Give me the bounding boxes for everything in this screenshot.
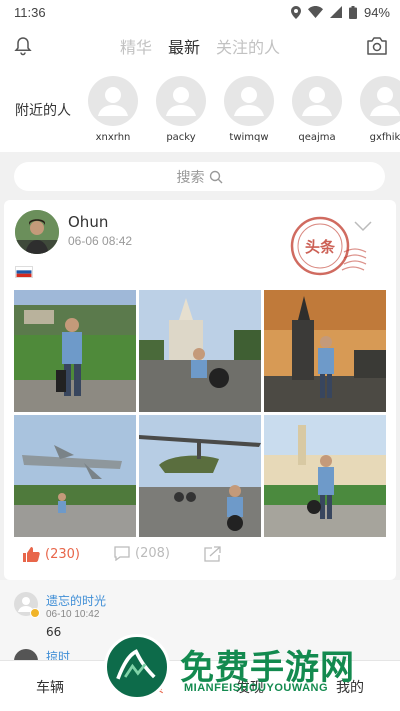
status-time: 11:36 <box>14 4 46 20</box>
avatar[interactable] <box>15 210 59 254</box>
search-placeholder: 搜索 <box>176 169 205 186</box>
avatar <box>224 76 274 126</box>
nav-discover[interactable]: 发现 <box>236 677 264 697</box>
avatar <box>360 76 400 126</box>
post-photo[interactable] <box>14 415 136 537</box>
stamp-text: 头条 <box>305 238 336 256</box>
chevron-down-icon[interactable] <box>354 220 372 232</box>
avatar <box>88 76 138 126</box>
nav-mine[interactable]: 我的 <box>336 677 364 697</box>
tab-featured[interactable]: 精华 <box>120 34 152 58</box>
wifi-icon <box>307 6 323 18</box>
comment-count: (208) <box>135 546 170 561</box>
post-time: 06-06 08:42 <box>68 234 133 248</box>
camera-icon[interactable] <box>366 36 388 56</box>
photo-image <box>264 415 386 537</box>
signal-icon <box>329 6 342 18</box>
search-input[interactable]: 搜索 <box>14 162 385 191</box>
nearby-user[interactable]: xnxrhn <box>88 76 138 143</box>
flag-icon <box>15 266 33 278</box>
avatar <box>292 76 342 126</box>
nearby-user-name: xnxrhn <box>95 132 131 143</box>
search-icon <box>209 170 222 183</box>
post-username[interactable]: Ohun <box>68 213 108 231</box>
status-icons: 94% <box>290 4 390 20</box>
post-photo[interactable] <box>139 415 261 537</box>
nearby-label: 附近的人 <box>15 103 71 119</box>
comment-author[interactable]: 遗忘的时光 <box>46 592 106 609</box>
comment-text: 66 <box>46 625 62 639</box>
post-card: Ohun 06-06 08:42 头条 (230) (208) <box>4 200 396 580</box>
photo-image <box>264 290 386 412</box>
nearby-user[interactable]: twimqw <box>224 76 274 143</box>
feed-tabs: 精华 最新 关注的人 <box>0 24 400 68</box>
post-actions: (230) (208) <box>4 542 396 572</box>
bottom-nav: 车辆 首页 发现 我的 <box>0 660 400 711</box>
nearby-user-name: packy <box>166 132 196 143</box>
like-count: (230) <box>45 546 80 562</box>
battery-percent: 94% <box>363 4 390 20</box>
nearby-user[interactable]: gxfhik <box>360 76 400 143</box>
share-icon <box>204 546 221 562</box>
search-area: 搜索 <box>0 152 400 198</box>
post-photo[interactable] <box>139 290 261 412</box>
comment-button[interactable]: (208) <box>114 546 170 561</box>
avatar <box>156 76 206 126</box>
top-nav: 精华 最新 关注的人 <box>0 24 400 68</box>
photo-image <box>139 415 261 537</box>
photo-image <box>14 415 136 537</box>
comment-time: 06-10 10:42 <box>46 609 100 620</box>
nearby-list: xnxrhn packy twimqw qeajma gxfhik <box>88 76 400 143</box>
thumbs-up-icon <box>23 547 40 562</box>
photo-image <box>14 290 136 412</box>
share-button[interactable] <box>204 546 222 562</box>
nav-home[interactable]: 首页 <box>136 677 164 697</box>
nearby-user-name: twimqw <box>229 132 269 143</box>
nearby-user[interactable]: packy <box>156 76 206 143</box>
photo-image <box>139 290 261 412</box>
post-photo[interactable] <box>264 290 386 412</box>
status-bar: 11:36 94% <box>0 0 400 24</box>
location-icon <box>290 5 301 19</box>
photo-grid <box>14 290 386 537</box>
tab-latest[interactable]: 最新 <box>168 34 200 58</box>
vip-badge-icon <box>30 608 40 618</box>
comment-icon <box>114 546 130 561</box>
like-button[interactable]: (230) <box>22 546 80 562</box>
nearby-user[interactable]: qeajma <box>292 76 342 143</box>
post-photo[interactable] <box>264 415 386 537</box>
nearby-people: 附近的人 xnxrhn packy twimqw qeajma gxfhik <box>0 68 400 152</box>
nearby-user-name: gxfhik <box>369 132 400 143</box>
nav-vehicles[interactable]: 车辆 <box>36 677 64 697</box>
post-photo[interactable] <box>14 290 136 412</box>
nearby-user-name: qeajma <box>298 132 336 143</box>
battery-icon <box>348 5 357 19</box>
tab-following[interactable]: 关注的人 <box>216 34 280 58</box>
